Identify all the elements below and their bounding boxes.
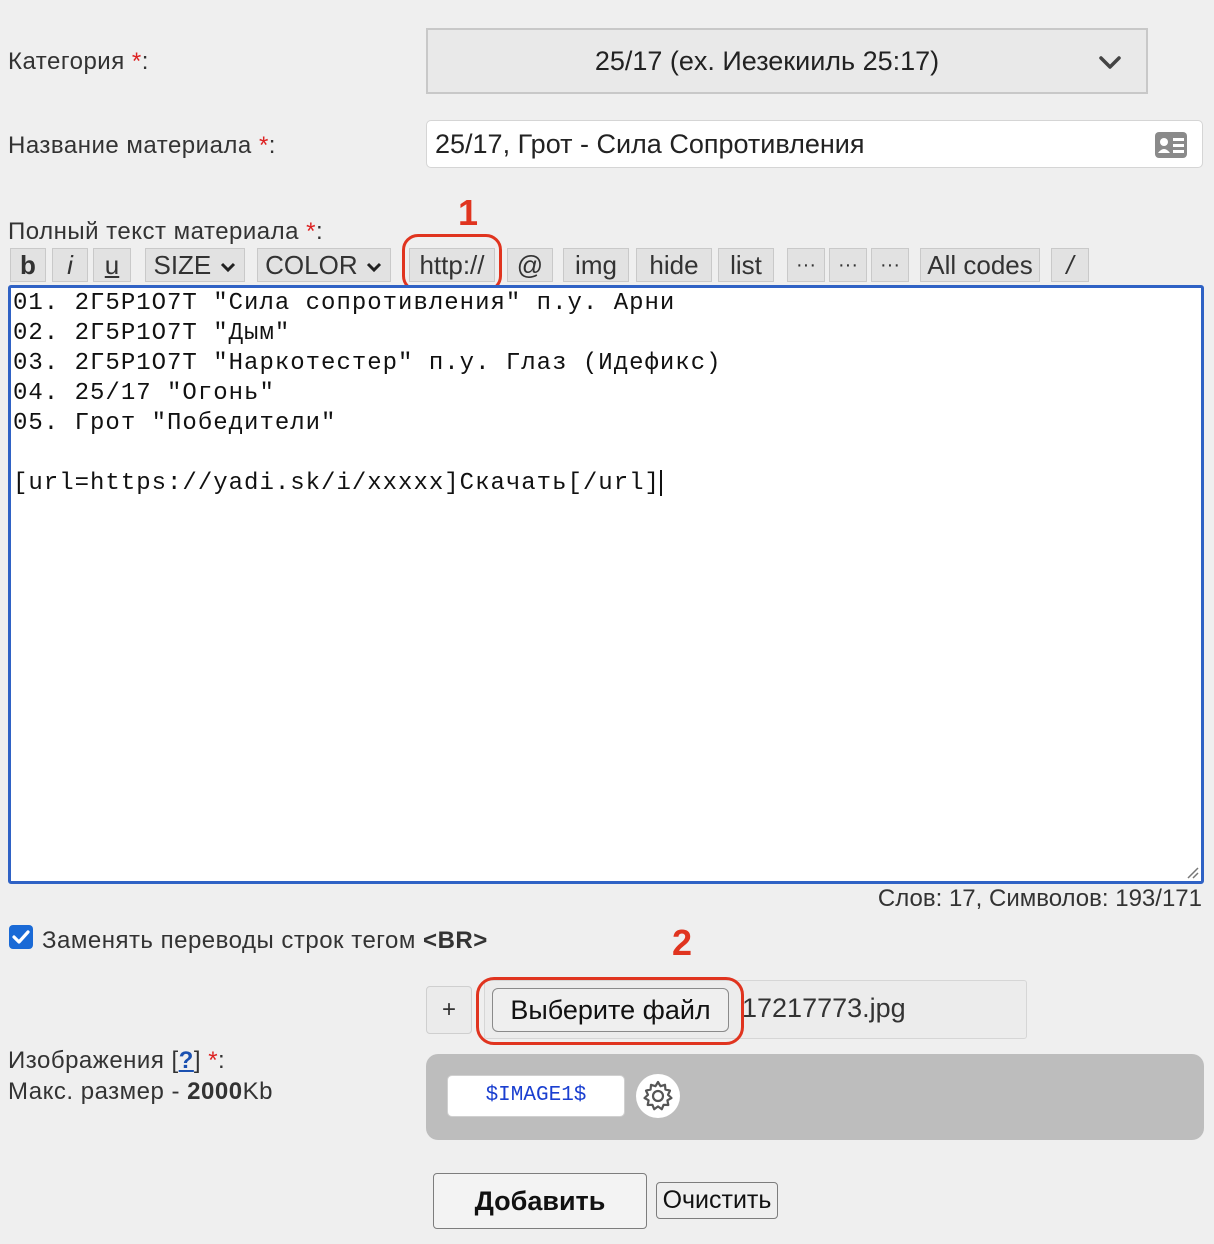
img-button[interactable]: img bbox=[563, 248, 629, 282]
size-dropdown-label: SIZE bbox=[153, 250, 212, 280]
chevron-down-icon bbox=[220, 263, 235, 273]
title-input[interactable]: 25/17, Грот - Сила Сопротивления bbox=[426, 120, 1203, 168]
close-tag-button[interactable]: / bbox=[1051, 248, 1089, 282]
images-label-line: Изображения [?] *: bbox=[8, 1045, 273, 1076]
chevron-down-icon bbox=[1099, 56, 1121, 69]
text-cursor bbox=[659, 469, 662, 496]
bold-button[interactable]: b bbox=[10, 248, 46, 282]
add-file-field-button[interactable]: + bbox=[426, 986, 472, 1034]
italic-button-label: i bbox=[67, 250, 73, 280]
all-codes-button-label: All codes bbox=[927, 250, 1033, 280]
editor-line: 05. Грот "Победители" bbox=[13, 410, 337, 437]
add-button-label: Добавить bbox=[474, 1186, 606, 1216]
required-mark: * bbox=[306, 218, 317, 245]
title-label: Название материала *: bbox=[8, 132, 276, 160]
images-label-text: Изображения bbox=[8, 1047, 172, 1074]
category-label-text: Категория bbox=[8, 48, 125, 75]
add-submit-button[interactable]: Добавить bbox=[433, 1173, 647, 1229]
editor-line: 02. 2Г5Р1О7Т "Дым" bbox=[13, 320, 291, 347]
img-button-label: img bbox=[575, 250, 617, 280]
editor-line: 03. 2Г5Р1О7Т "Наркотестер" п.у. Глаз (Ид… bbox=[13, 350, 722, 377]
category-selected-value: 25/17 (ex. Иезекииль 25:17) bbox=[594, 45, 940, 76]
required-mark: * bbox=[208, 1047, 219, 1074]
word-char-counter: Слов: 17, Символов: 193/171 bbox=[877, 885, 1202, 912]
category-select[interactable]: 25/17 (ex. Иезекииль 25:17) bbox=[426, 28, 1148, 94]
help-bracket: ] bbox=[193, 1047, 202, 1074]
images-label: Изображения [?] *: Макс. размер - 2000Kb bbox=[8, 1045, 273, 1107]
list-button-label: list bbox=[730, 250, 762, 280]
checkmark-icon bbox=[12, 930, 30, 944]
list-button[interactable]: list bbox=[718, 248, 774, 282]
email-button[interactable]: @ bbox=[507, 248, 553, 282]
annotation-highlight-2 bbox=[476, 977, 744, 1045]
clear-button-label: Очистить bbox=[662, 1186, 772, 1214]
editor-line: 04. 25/17 "Огонь" bbox=[13, 380, 275, 407]
required-mark: * bbox=[131, 48, 142, 75]
italic-button[interactable]: i bbox=[52, 248, 88, 282]
more-button-label: ··· bbox=[796, 254, 816, 276]
required-mark: * bbox=[258, 132, 269, 159]
help-bracket: [ bbox=[171, 1047, 179, 1074]
bold-button-label: b bbox=[20, 250, 36, 280]
editor-line: 01. 2Г5Р1О7Т "Сила сопротивления" п.у. А… bbox=[13, 290, 676, 317]
hide-button-label: hide bbox=[649, 250, 699, 280]
title-label-text: Название материала bbox=[8, 132, 252, 159]
image-settings-button[interactable] bbox=[636, 1074, 680, 1118]
more-button-label: ··· bbox=[880, 254, 900, 276]
image-tag-field[interactable]: $IMAGE1$ bbox=[447, 1075, 625, 1117]
email-button-label: @ bbox=[516, 250, 544, 280]
selected-file-name: 17217773.jpg bbox=[742, 993, 906, 1023]
size-dropdown[interactable]: SIZE bbox=[145, 248, 245, 282]
contact-card-icon[interactable] bbox=[1154, 131, 1188, 159]
all-codes-button[interactable]: All codes bbox=[920, 248, 1040, 282]
label-colon: : bbox=[316, 218, 324, 245]
annotation-highlight-1 bbox=[402, 234, 502, 292]
gear-icon bbox=[643, 1080, 673, 1111]
editor-line-last: [url=https://yadi.sk/i/xxxxx]Скачать[/ur… bbox=[13, 469, 1201, 499]
annotation-number-1: 1 bbox=[458, 192, 479, 233]
label-colon: : bbox=[268, 132, 276, 159]
br-checkbox[interactable] bbox=[9, 925, 33, 949]
title-input-value: 25/17, Грот - Сила Сопротивления bbox=[435, 129, 865, 159]
images-help-link[interactable]: ? bbox=[179, 1047, 194, 1074]
max-size-line: Макс. размер - 2000Kb bbox=[8, 1076, 273, 1107]
max-size-value: 2000 bbox=[187, 1078, 243, 1105]
category-label: Категория *: bbox=[8, 48, 149, 76]
max-size-prefix: Макс. размер - bbox=[8, 1078, 188, 1105]
more-button-3[interactable]: ··· bbox=[871, 248, 909, 282]
color-dropdown[interactable]: COLOR bbox=[257, 248, 391, 282]
underline-button[interactable]: u bbox=[93, 248, 131, 282]
underline-button-label: u bbox=[104, 250, 120, 280]
annotation-number-2: 2 bbox=[672, 922, 693, 963]
hide-button[interactable]: hide bbox=[636, 248, 712, 282]
chevron-down-icon bbox=[366, 263, 381, 273]
editor-line-text: [url=https://yadi.sk/i/xxxxx]Скачать[/ur… bbox=[13, 470, 660, 497]
more-button-1[interactable]: ··· bbox=[787, 248, 825, 282]
label-colon: : bbox=[218, 1047, 226, 1074]
label-colon: : bbox=[141, 48, 149, 75]
more-button-label: ··· bbox=[838, 254, 858, 276]
resize-handle-icon[interactable] bbox=[1185, 865, 1199, 879]
fulltext-label-text: Полный текст материала bbox=[8, 218, 299, 245]
more-button-2[interactable]: ··· bbox=[829, 248, 867, 282]
br-option-text: Заменять переводы строк тегом bbox=[42, 927, 424, 954]
br-tag-text: <BR> bbox=[423, 927, 488, 954]
close-tag-button-label: / bbox=[1066, 250, 1074, 280]
clear-button[interactable]: Очистить bbox=[656, 1182, 778, 1219]
max-size-unit: Kb bbox=[242, 1078, 273, 1105]
fulltext-editor[interactable]: 01. 2Г5Р1О7Т "Сила сопротивления" п.у. А… bbox=[8, 285, 1204, 884]
br-option-label[interactable]: Заменять переводы строк тегом <BR> bbox=[42, 927, 488, 955]
color-dropdown-label: COLOR bbox=[265, 250, 358, 280]
add-file-field-label: + bbox=[441, 996, 456, 1023]
fulltext-label: Полный текст материала *: bbox=[8, 218, 323, 246]
